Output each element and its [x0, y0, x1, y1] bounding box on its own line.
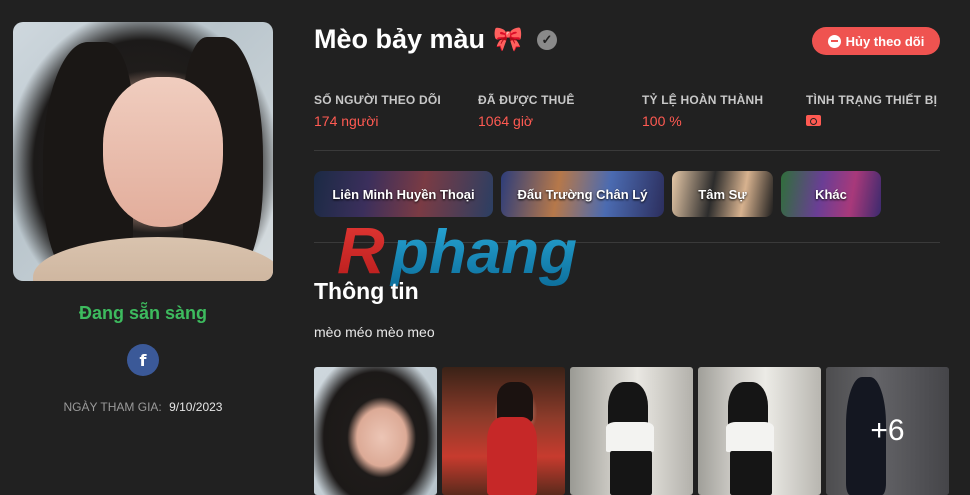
divider — [314, 150, 940, 151]
info-section-title: Thông tin — [314, 278, 419, 304]
join-date-row: NGÀY THAM GIA: 9/10/2023 — [13, 400, 273, 414]
game-chip-label: Tâm Sự — [698, 186, 747, 202]
game-chip-label: Liên Minh Huyền Thoại — [332, 186, 475, 202]
game-chip-khac[interactable]: Khác — [781, 171, 881, 217]
stat-label: ĐÃ ĐƯỢC THUÊ — [478, 93, 575, 107]
stat-value: 100 % — [642, 113, 682, 129]
stat-followers: SỐ NGƯỜI THEO DÕI 174 người — [314, 93, 441, 129]
join-date-value: 9/10/2023 — [169, 400, 223, 414]
profile-name-row: Mèo bảy màu 🎀 ✓ — [314, 24, 557, 55]
stat-hired-hours: ĐÃ ĐƯỢC THUÊ 1064 giờ — [478, 93, 575, 129]
stat-device-status: TÌNH TRẠNG THIẾT BỊ — [806, 93, 937, 131]
availability-status: Đang sẵn sàng — [78, 303, 208, 323]
stat-label: TỶ LỆ HOÀN THÀNH — [642, 93, 764, 107]
profile-name: Mèo bảy màu — [314, 24, 486, 54]
stat-completion-rate: TỶ LỆ HOÀN THÀNH 100 % — [642, 93, 763, 129]
gallery-more-count: +6 — [870, 414, 905, 447]
svg-text:phang: phang — [389, 218, 577, 287]
minus-circle-icon — [827, 34, 841, 48]
game-chip-label: Khác — [815, 186, 847, 202]
facebook-link-button[interactable]: f — [127, 344, 159, 376]
gallery-photo[interactable] — [314, 367, 437, 495]
unfollow-button[interactable]: Hủy theo dõi — [812, 27, 940, 55]
gallery-more-tile[interactable]: +6 — [826, 367, 949, 495]
stat-value: 1064 giờ — [478, 113, 534, 129]
join-date-label: NGÀY THAM GIA: — [63, 400, 162, 414]
gallery-photo[interactable] — [698, 367, 821, 495]
stat-label: SỐ NGƯỜI THEO DÕI — [314, 93, 441, 107]
stat-value: 174 người — [314, 113, 379, 129]
game-chip-dtcl[interactable]: Đấu Trường Chân Lý — [501, 171, 664, 217]
stat-label: TÌNH TRẠNG THIẾT BỊ — [806, 93, 938, 107]
bio-text: mèo méo mèo meo — [314, 324, 435, 340]
svg-text:R: R — [337, 213, 385, 287]
game-chip-lmht[interactable]: Liên Minh Huyền Thoại — [314, 171, 493, 217]
facebook-icon: f — [139, 350, 147, 370]
gallery-photo[interactable] — [570, 367, 693, 495]
profile-avatar — [13, 22, 273, 281]
rphang-watermark-logo: R phang — [337, 213, 577, 287]
game-chip-label: Đấu Trường Chân Lý — [517, 186, 648, 202]
camera-icon — [806, 115, 821, 126]
gallery-photo[interactable] — [442, 367, 565, 495]
game-chip-tam-su[interactable]: Tâm Sự — [672, 171, 773, 217]
unfollow-label: Hủy theo dõi — [845, 33, 925, 49]
ribbon-icon: 🎀 — [493, 26, 523, 53]
verified-icon: ✓ — [536, 29, 557, 50]
